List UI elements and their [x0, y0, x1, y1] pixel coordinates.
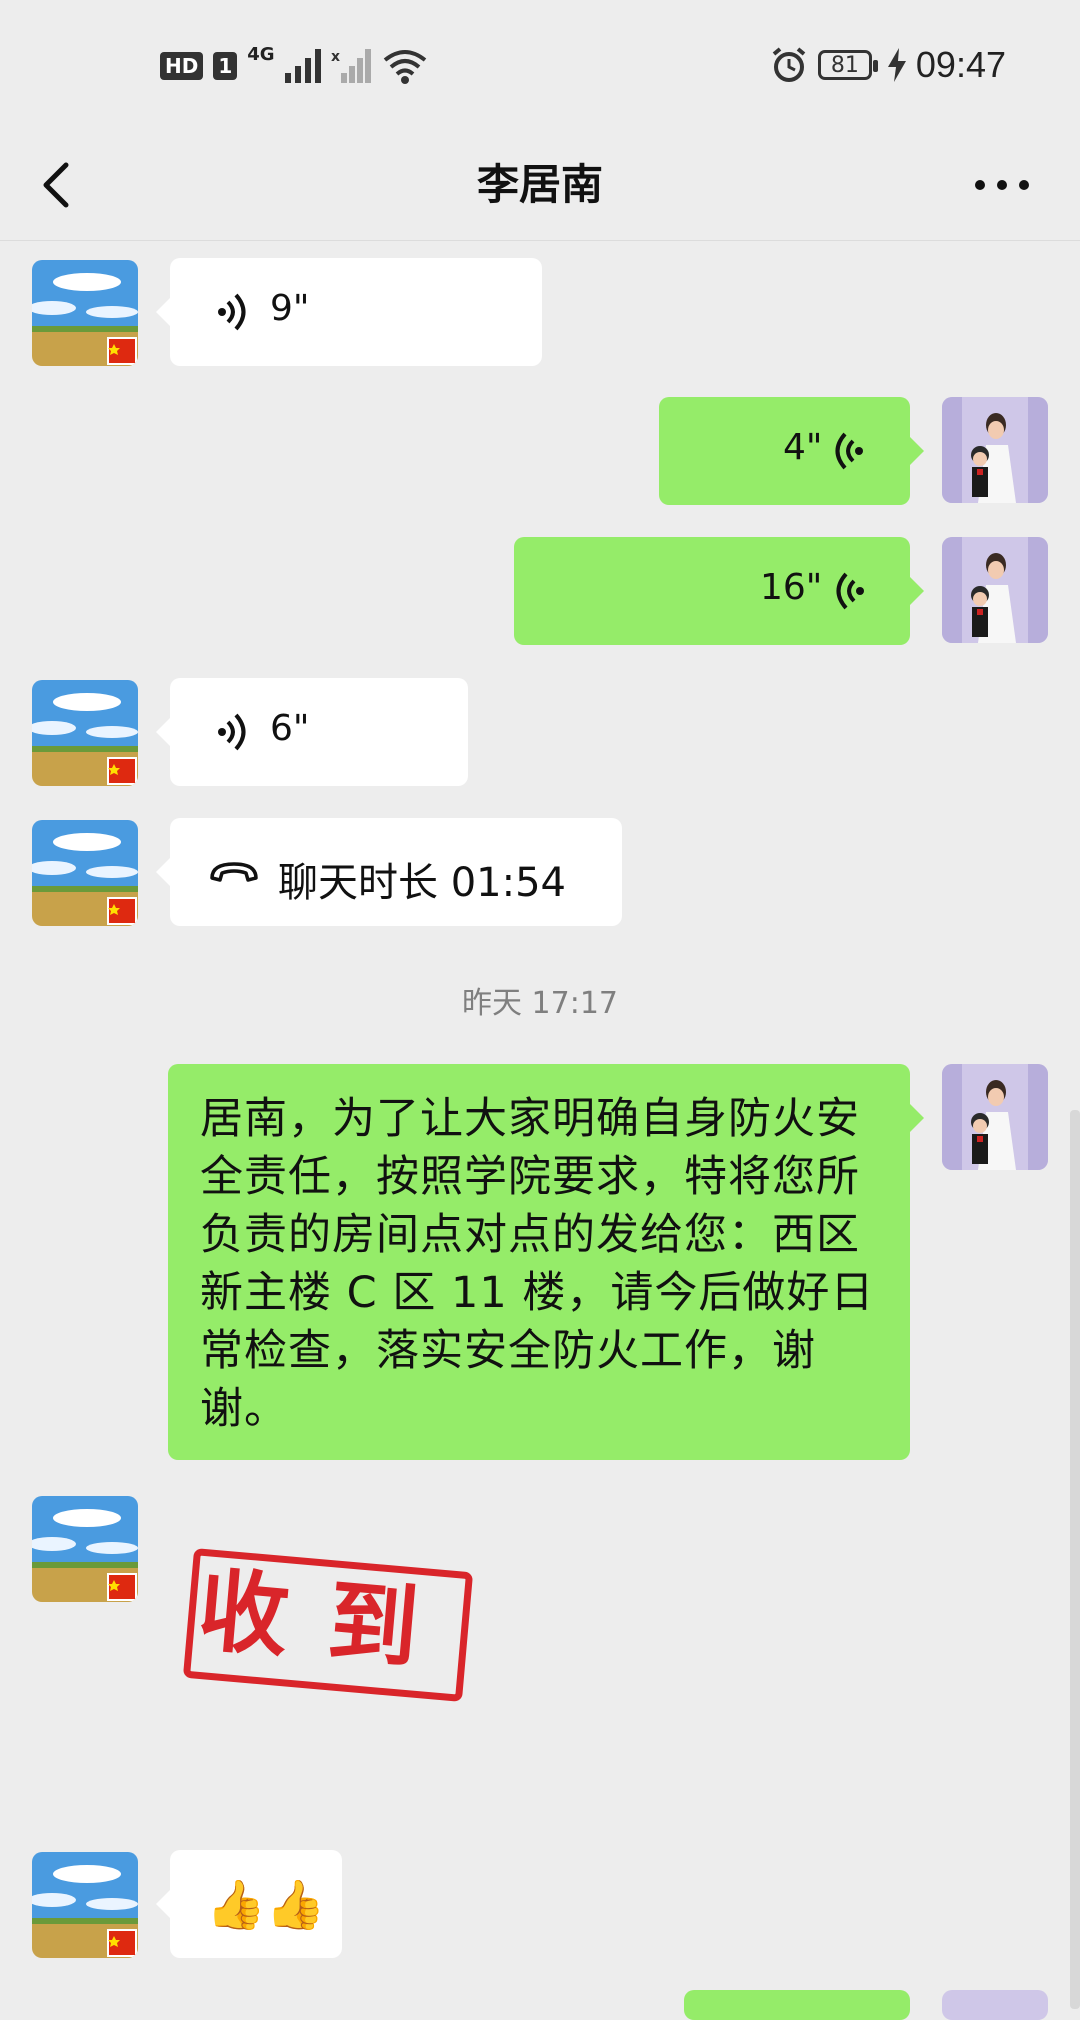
message-outgoing-text: 居南，为了让大家明确自身防火安全责任，按照学院要求，特将您所负责的房间点对点的发…: [0, 1064, 1080, 1464]
sim-badge: 1: [213, 52, 238, 80]
received-stamp-sticker[interactable]: 收到: [182, 1548, 474, 1702]
contact-avatar[interactable]: [32, 260, 138, 366]
voice-message-bubble[interactable]: 16": [514, 537, 924, 645]
voice-message-bubble[interactable]: 9": [156, 258, 542, 366]
thumbs-up-emoji: 👍👍: [206, 1877, 326, 1933]
charging-icon: [887, 48, 906, 82]
my-avatar[interactable]: [942, 537, 1048, 643]
battery-level: 81: [830, 52, 859, 78]
message-timestamp: 昨天 17:17: [462, 986, 618, 1021]
message-incoming-call: 聊天时长 01:54: [0, 818, 1080, 928]
status-time: 09:47: [915, 44, 1006, 85]
contact-avatar[interactable]: [32, 1496, 138, 1602]
hd-badge: HD: [160, 52, 204, 80]
scrollbar[interactable]: [1070, 1110, 1080, 2009]
more-dots-icon: [975, 180, 1029, 190]
message-outgoing-partial: [0, 1990, 1080, 2020]
chat-title: 李居南: [476, 160, 603, 209]
children-photo-avatar-image: [942, 1064, 1048, 1170]
voice-message-bubble[interactable]: 4": [659, 397, 924, 505]
status-bar: HD 1 4G x 81 09:47: [0, 0, 1080, 140]
my-avatar[interactable]: [942, 397, 1048, 503]
wifi-icon: [383, 50, 426, 84]
voice-duration: 4": [783, 427, 823, 468]
contact-avatar[interactable]: [32, 820, 138, 926]
network-label: 4G: [247, 43, 275, 65]
emoji-message-bubble[interactable]: 👍👍: [156, 1850, 342, 1958]
message-outgoing-voice: 4": [0, 397, 1080, 507]
status-right: 81 09:47: [770, 44, 1006, 86]
battery-icon: 81: [817, 50, 878, 80]
landscape-avatar-image: [32, 1852, 138, 1958]
voice-duration: 9": [270, 288, 310, 329]
contact-avatar[interactable]: [32, 680, 138, 786]
my-avatar[interactable]: [942, 1990, 1048, 2020]
no-signal-icon: x: [331, 49, 371, 83]
status-left: HD 1 4G x: [160, 44, 427, 84]
my-avatar[interactable]: [942, 1064, 1048, 1170]
call-record-bubble[interactable]: 聊天时长 01:54: [156, 818, 622, 926]
voice-message-bubble[interactable]: 6": [156, 678, 468, 786]
voice-play-icon: [218, 713, 246, 751]
message-incoming-sticker: [0, 1494, 1080, 1814]
alarm-icon: [772, 47, 806, 82]
children-photo-avatar-image: [942, 537, 1048, 643]
message-incoming-voice: 9": [0, 258, 1080, 368]
text-message-bubble[interactable]: [684, 1990, 910, 2020]
landscape-avatar-image: [32, 680, 138, 786]
message-text: 居南，为了让大家明确自身防火安全责任，按照学院要求，特将您所负责的房间点对点的发…: [200, 1094, 875, 1434]
voice-duration: 16": [760, 567, 823, 608]
message-outgoing-voice: 16": [0, 537, 1080, 647]
call-duration-text: 聊天时长 01:54: [278, 860, 566, 906]
voice-play-icon: [218, 293, 246, 331]
text-message-bubble[interactable]: 居南，为了让大家明确自身防火安全责任，按照学院要求，特将您所负责的房间点对点的发…: [168, 1064, 924, 1460]
landscape-avatar-image: [32, 1496, 138, 1602]
landscape-avatar-image: [32, 260, 138, 366]
phone-hangup-icon: [210, 862, 258, 882]
chat-header: 李居南: [0, 140, 1080, 241]
voice-duration: 6": [270, 708, 310, 749]
message-incoming-emoji: 👍👍: [0, 1850, 1080, 1960]
contact-avatar[interactable]: [32, 1852, 138, 1958]
children-photo-avatar-image: [942, 397, 1048, 503]
more-options-button[interactable]: [972, 160, 1032, 210]
voice-play-icon: [836, 572, 864, 610]
signal-strength-icon: [284, 49, 321, 83]
voice-play-icon: [835, 432, 863, 470]
message-incoming-voice: 6": [0, 678, 1080, 788]
landscape-avatar-image: [32, 820, 138, 926]
svg-text:x: x: [331, 49, 340, 65]
